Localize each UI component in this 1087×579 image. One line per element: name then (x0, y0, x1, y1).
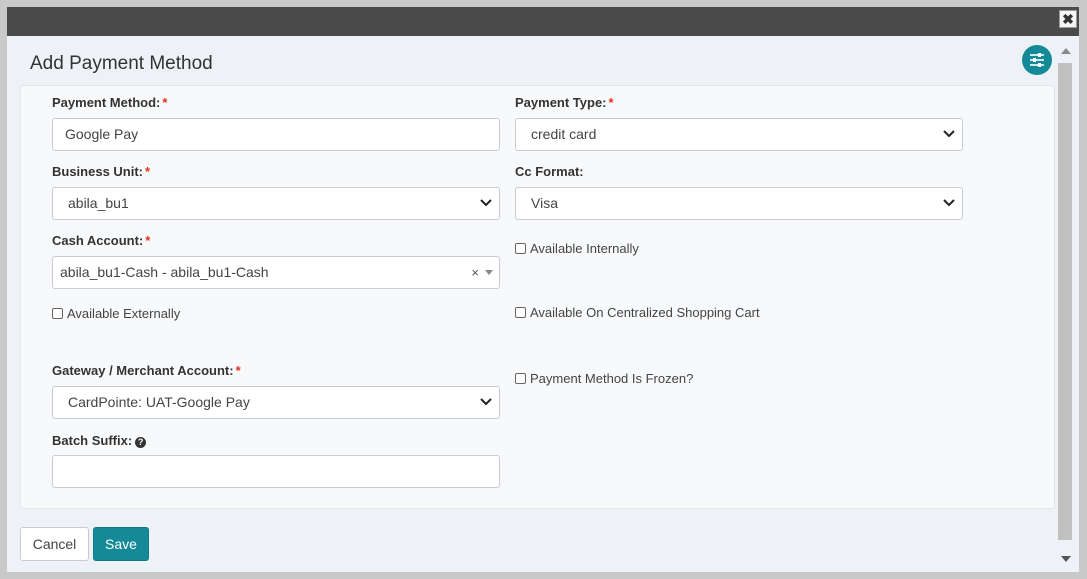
settings-button[interactable] (1022, 45, 1052, 75)
business-unit-select[interactable]: abila_bu1 (52, 187, 500, 220)
gateway-select[interactable]: CardPointe: UAT-Google Pay (52, 386, 500, 419)
cancel-button[interactable]: Cancel (20, 527, 89, 561)
dialog-title: Add Payment Method (30, 53, 213, 74)
gateway-label: Gateway / Merchant Account: * (52, 363, 241, 378)
checkbox-box[interactable] (515, 307, 526, 318)
payment-type-select[interactable]: credit card (515, 118, 963, 151)
cc-format-select[interactable]: Visa (515, 187, 963, 220)
cash-account-combobox[interactable]: abila_bu1-Cash - abila_bu1-Cash × (52, 256, 500, 289)
question-circle-icon[interactable]: ? (135, 437, 147, 448)
frozen-checkbox[interactable]: Payment Method Is Frozen? (515, 371, 693, 386)
batch-suffix-label: Batch Suffix:? (52, 433, 147, 448)
payment-type-label-text: Payment Type: (515, 95, 607, 110)
caret-down-icon[interactable] (485, 270, 493, 275)
required-marker: * (145, 233, 151, 248)
gateway-label-text: Gateway / Merchant Account: (52, 363, 234, 378)
required-marker: * (608, 95, 614, 110)
available-internally-label: Available Internally (530, 241, 639, 256)
payment-method-label-text: Payment Method: (52, 95, 161, 110)
frozen-label: Payment Method Is Frozen? (530, 371, 694, 386)
chevron-down-icon (943, 199, 955, 207)
vertical-scrollbar[interactable] (1056, 43, 1075, 564)
clear-selection-icon[interactable]: × (471, 257, 479, 288)
checkbox-box[interactable] (515, 243, 526, 254)
batch-suffix-label-text: Batch Suffix: (52, 433, 133, 448)
chevron-down-icon (480, 398, 492, 406)
chevron-down-icon (480, 199, 492, 207)
required-marker: * (162, 95, 168, 110)
payment-type-value: credit card (531, 126, 597, 142)
payment-method-input[interactable]: Google Pay (52, 118, 500, 151)
business-unit-label-text: Business Unit: (52, 164, 144, 179)
payment-type-label: Payment Type: * (515, 95, 614, 110)
business-unit-value: abila_bu1 (68, 195, 129, 211)
cash-account-value: abila_bu1-Cash - abila_bu1-Cash (60, 264, 269, 280)
available-internally-checkbox[interactable]: Available Internally (515, 241, 639, 256)
sliders-icon (1030, 53, 1044, 67)
business-unit-label: Business Unit: * (52, 164, 150, 179)
cash-account-label-text: Cash Account: (52, 233, 144, 248)
cc-format-value: Visa (531, 195, 558, 211)
available-externally-label: Available Externally (67, 306, 181, 321)
payment-method-label: Payment Method: * (52, 95, 167, 110)
available-centralized-cart-label: Available On Centralized Shopping Cart (530, 305, 760, 320)
scroll-down-arrow[interactable] (1061, 556, 1071, 562)
cc-format-label: Cc Format: (515, 164, 584, 179)
scroll-up-arrow[interactable] (1061, 48, 1071, 54)
available-externally-checkbox[interactable]: Available Externally (52, 306, 180, 321)
dialog-window: ✖ Add Payment Method Payment Method: * Go… (7, 7, 1079, 572)
required-marker: * (235, 363, 241, 378)
close-icon[interactable]: ✖ (1059, 10, 1077, 28)
batch-suffix-input[interactable] (52, 455, 500, 488)
cash-account-label: Cash Account: * (52, 233, 150, 248)
dialog-titlebar: ✖ (7, 7, 1079, 36)
scroll-thumb[interactable] (1058, 63, 1072, 540)
required-marker: * (145, 164, 151, 179)
save-button[interactable]: Save (93, 527, 149, 561)
chevron-down-icon (943, 130, 955, 138)
gateway-value: CardPointe: UAT-Google Pay (68, 394, 250, 410)
checkbox-box[interactable] (52, 308, 63, 319)
checkbox-box[interactable] (515, 373, 526, 384)
available-centralized-cart-checkbox[interactable]: Available On Centralized Shopping Cart (515, 305, 760, 320)
